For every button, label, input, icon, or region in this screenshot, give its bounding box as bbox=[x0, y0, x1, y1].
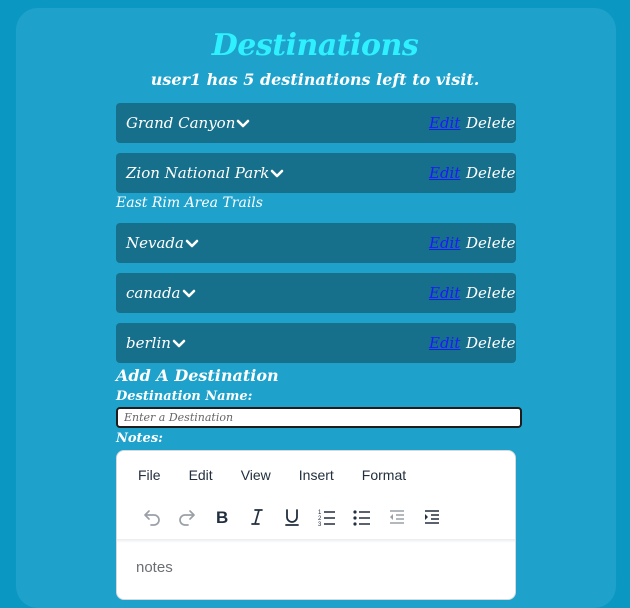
underline-button[interactable] bbox=[275, 503, 309, 531]
destination-name-label: Destination Name: bbox=[116, 389, 253, 404]
destination-name-input[interactable] bbox=[116, 407, 522, 428]
destination-name: Nevada bbox=[126, 234, 184, 252]
menu-view[interactable]: View bbox=[232, 467, 275, 483]
svg-text:3: 3 bbox=[318, 522, 322, 527]
destination-name: berlin bbox=[126, 334, 171, 352]
menu-edit[interactable]: Edit bbox=[180, 467, 217, 483]
destination-name: Grand Canyon bbox=[126, 114, 236, 132]
edit-link[interactable]: Edit bbox=[429, 164, 460, 182]
menu-insert[interactable]: Insert bbox=[290, 467, 338, 483]
editor-menubar: File Edit View Insert Format bbox=[129, 467, 425, 483]
bold-icon: B bbox=[216, 508, 228, 527]
destinations-remaining-text: user1 has 5 destinations left to visit. bbox=[150, 70, 480, 89]
destination-toggle[interactable]: Grand Canyon bbox=[126, 114, 250, 132]
indent-button[interactable] bbox=[415, 503, 449, 531]
undo-button[interactable] bbox=[135, 503, 169, 531]
notes-placeholder[interactable]: notes bbox=[136, 559, 173, 576]
delete-button[interactable]: Delete bbox=[466, 164, 515, 182]
edit-link[interactable]: Edit bbox=[429, 284, 460, 302]
edit-link[interactable]: Edit bbox=[429, 114, 460, 132]
italic-button[interactable] bbox=[240, 503, 274, 531]
destination-toggle[interactable]: berlin bbox=[126, 334, 186, 352]
destination-name: Zion National Park bbox=[126, 164, 270, 182]
destination-note: East Rim Area Trails bbox=[116, 195, 263, 211]
toolbar-divider bbox=[117, 539, 515, 543]
chevron-down-icon bbox=[172, 339, 186, 348]
destination-toggle[interactable]: Zion National Park bbox=[126, 164, 284, 182]
destination-row-nevada: Nevada Edit Delete bbox=[116, 223, 516, 263]
chevron-down-icon bbox=[237, 119, 250, 128]
notes-editor: File Edit View Insert Format B 123 notes bbox=[116, 450, 516, 600]
destination-row-berlin: berlin Edit Delete bbox=[116, 323, 516, 363]
italic-icon bbox=[251, 509, 263, 525]
delete-button[interactable]: Delete bbox=[466, 284, 515, 302]
svg-text:B: B bbox=[216, 508, 228, 527]
numbered-list-button[interactable]: 123 bbox=[310, 503, 344, 531]
outdent-icon bbox=[390, 510, 404, 524]
page-title: Destinations bbox=[211, 28, 419, 63]
delete-button[interactable]: Delete bbox=[466, 334, 515, 352]
edit-link[interactable]: Edit bbox=[429, 334, 460, 352]
delete-button[interactable]: Delete bbox=[466, 234, 515, 252]
chevron-down-icon bbox=[185, 239, 199, 248]
undo-icon bbox=[144, 510, 160, 526]
destination-name: canada bbox=[126, 284, 181, 302]
notes-label: Notes: bbox=[116, 431, 163, 446]
add-destination-heading: Add A Destination bbox=[116, 366, 279, 385]
redo-icon bbox=[179, 510, 195, 526]
destination-row-zion: Zion National Park Edit Delete bbox=[116, 153, 516, 193]
destination-row-canada: canada Edit Delete bbox=[116, 273, 516, 313]
underline-icon bbox=[285, 509, 299, 526]
bullet-list-button[interactable] bbox=[345, 503, 379, 531]
chevron-down-icon bbox=[182, 289, 195, 298]
indent-icon bbox=[425, 510, 439, 524]
bold-button[interactable]: B bbox=[205, 503, 239, 531]
bullet-list-icon bbox=[353, 510, 370, 526]
delete-button[interactable]: Delete bbox=[466, 114, 515, 132]
chevron-down-icon bbox=[271, 169, 284, 178]
destination-toggle[interactable]: Nevada bbox=[126, 234, 199, 252]
menu-file[interactable]: File bbox=[129, 467, 165, 483]
outdent-button[interactable] bbox=[380, 503, 414, 531]
redo-button[interactable] bbox=[170, 503, 204, 531]
destination-toggle[interactable]: canada bbox=[126, 284, 196, 302]
destination-row-grand-canyon: Grand Canyon Edit Delete bbox=[116, 103, 516, 143]
menu-format[interactable]: Format bbox=[353, 467, 410, 483]
edit-link[interactable]: Edit bbox=[429, 234, 460, 252]
editor-toolbar: B 123 bbox=[135, 503, 450, 531]
numbered-list-icon: 123 bbox=[318, 510, 335, 527]
